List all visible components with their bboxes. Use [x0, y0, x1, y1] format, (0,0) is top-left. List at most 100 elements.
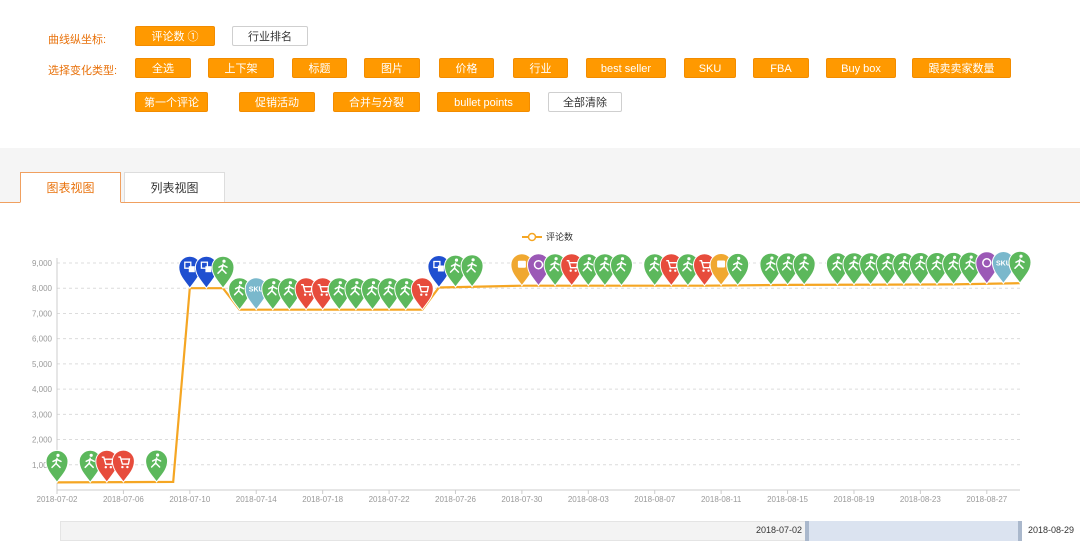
y-tick-label: 4,000 [32, 385, 53, 394]
runner-icon [803, 256, 807, 260]
zoom-end-label: 2018-08-29 [1028, 525, 1075, 535]
runner-icon [853, 256, 857, 260]
filter-panel: 曲线纵坐标: 评论数 ① 行业排名 选择变化类型: 全选 上下架 标题 图片 价格 行业 be… [0, 0, 1080, 148]
runner-icon [870, 256, 874, 260]
type-button-7[interactable]: SKU [684, 58, 736, 78]
runner-icon [1019, 254, 1023, 258]
y-tick-label: 9,000 [32, 259, 53, 268]
tab-list-view[interactable]: 列表视图 [124, 172, 225, 202]
legend-label: 评论数 [546, 231, 573, 242]
y-tick-label: 6,000 [32, 335, 53, 344]
type-button-3[interactable]: 图片 [364, 58, 420, 78]
marker-pin [111, 449, 135, 484]
type-button-2[interactable]: 标题 [292, 58, 347, 78]
zoom-start-label: 2018-07-02 [756, 525, 803, 535]
cart-wheel-icon [325, 293, 328, 296]
merge-icon [188, 266, 195, 273]
runner-icon [355, 281, 359, 285]
section-divider [0, 148, 1080, 172]
review-count-chart: 评论数1,0002,0003,0004,0005,0006,0007,0008,… [32, 231, 1032, 504]
y-tick-label: 8,000 [32, 284, 53, 293]
runner-icon [787, 256, 791, 260]
x-tick-label: 2018-07-18 [302, 495, 343, 504]
tab-chart-view[interactable]: 图表视图 [20, 172, 121, 203]
legend-marker [527, 232, 537, 242]
x-tick-label: 2018-08-15 [767, 495, 808, 504]
type-button-12[interactable]: 促销活动 [239, 92, 315, 112]
event-marker-green [726, 252, 750, 287]
event-marker-green [460, 254, 484, 288]
type-button-1[interactable]: 上下架 [208, 58, 274, 78]
type-button-11[interactable]: 第一个评论 [135, 92, 208, 112]
cart-wheel-icon [104, 466, 107, 469]
x-tick-label: 2018-08-19 [834, 495, 875, 504]
event-marker-green [609, 253, 634, 287]
event-marker-red [111, 449, 135, 484]
x-tick-label: 2018-07-26 [435, 495, 476, 504]
x-tick-label: 2018-08-27 [966, 495, 1007, 504]
y-button-0[interactable]: 评论数 ① [135, 26, 215, 46]
y-tick-label: 7,000 [32, 309, 53, 318]
runner-icon [56, 453, 60, 457]
runner-icon [836, 256, 840, 260]
runner-icon [687, 257, 691, 261]
view-tabs: 图表视图 列表视图 [0, 172, 1080, 203]
runner-icon [371, 281, 376, 285]
cart-wheel-icon [109, 466, 112, 469]
cart-wheel-icon [574, 269, 577, 272]
type-button-15[interactable]: 全部清除 [548, 92, 622, 112]
cart-wheel-icon [303, 293, 307, 296]
runner-icon [388, 281, 392, 285]
runner-icon [222, 259, 226, 263]
cart-wheel-icon [674, 269, 677, 272]
x-tick-label: 2018-08-11 [701, 495, 742, 504]
y-tick-label: 2,000 [32, 436, 53, 445]
cart-wheel-icon [126, 465, 129, 469]
y-button-1[interactable]: 行业排名 [232, 26, 308, 46]
type-button-14[interactable]: bullet points [437, 92, 530, 112]
runner-icon [239, 281, 243, 285]
runner-icon [953, 255, 957, 259]
x-tick-label: 2018-07-14 [236, 495, 277, 504]
type-button-6[interactable]: best seller [586, 58, 666, 78]
type-button-0[interactable]: 全选 [135, 58, 191, 78]
cart-wheel-icon [669, 269, 672, 272]
type-button-10[interactable]: 跟卖卖家数量 [912, 58, 1011, 78]
event-marker-green [45, 449, 69, 484]
zoom-slider-selection[interactable] [805, 521, 1020, 541]
runner-icon [405, 281, 409, 285]
runner-icon [338, 281, 342, 285]
event-marker-green [1008, 250, 1032, 285]
runner-icon [156, 453, 160, 457]
cart-wheel-icon [308, 293, 312, 296]
type-button-8[interactable]: FBA [753, 58, 809, 78]
event-marker-red [410, 277, 434, 311]
type-button-5[interactable]: 行业 [513, 58, 568, 78]
event-marker-green [145, 449, 169, 483]
runner-icon [654, 257, 658, 261]
runner-icon [454, 258, 459, 262]
cart-wheel-icon [425, 293, 428, 296]
x-tick-label: 2018-08-23 [900, 495, 941, 504]
runner-icon [919, 255, 923, 260]
runner-icon [969, 255, 973, 259]
cart-wheel-icon [707, 269, 710, 272]
runner-icon [272, 281, 276, 285]
cart-wheel-icon [569, 269, 572, 272]
type-button-13[interactable]: 合并与分裂 [333, 92, 420, 112]
runner-icon [620, 257, 625, 261]
type-button-4[interactable]: 价格 [439, 58, 494, 78]
runner-icon [288, 281, 292, 285]
tag-icon [517, 260, 526, 268]
x-tick-label: 2018-07-06 [103, 495, 144, 504]
type-button-9[interactable]: Buy box [826, 58, 896, 78]
x-tick-label: 2018-08-07 [634, 495, 675, 504]
zoom-handle-right[interactable] [1018, 521, 1022, 541]
tag-icon [717, 260, 726, 268]
cart-wheel-icon [121, 465, 124, 469]
x-tick-label: 2018-07-22 [369, 495, 410, 504]
runner-icon [554, 257, 558, 261]
runner-icon [936, 255, 940, 260]
zoom-handle-left[interactable] [805, 521, 809, 541]
runner-icon [886, 256, 890, 260]
